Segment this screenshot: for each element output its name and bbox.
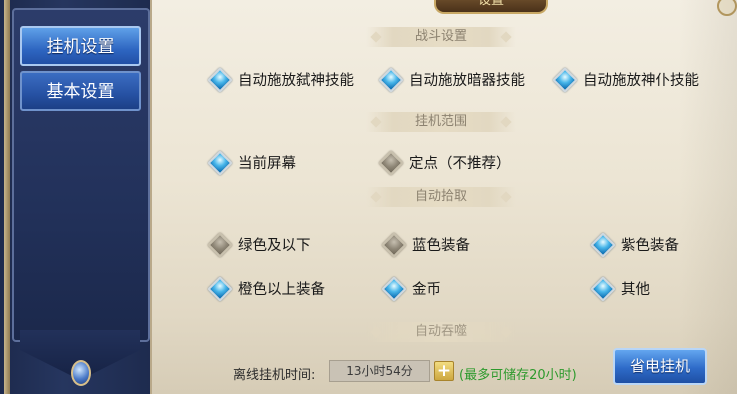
unchecked-gem-icon [381,231,407,258]
option-auto-skill-servant[interactable]: 自动施放神仆技能 [552,66,699,93]
option-label: 当前屏幕 [238,156,296,172]
option-pickup-orange[interactable]: 橙色以上装备 [207,275,325,302]
checked-gem-icon [207,275,233,302]
sidebar: 挂机设置 基本设置 [0,0,161,394]
offline-time-value: 13小时54分 [329,360,430,382]
option-auto-skill-shenshi[interactable]: 自动施放弑神技能 [207,66,354,93]
option-pickup-blue[interactable]: 蓝色装备 [381,231,470,258]
unchecked-gem-icon [207,231,233,258]
section-header-pickup: 自动拾取 [366,187,516,207]
checked-gem-icon [207,66,233,93]
option-pickup-purple[interactable]: 紫色装备 [590,231,679,258]
gem-ornament-icon [71,360,91,386]
checked-gem-icon [378,66,404,93]
offline-time-label: 离线挂机时间: [233,368,316,383]
max-storage-note: (最多可储存20小时) [459,368,577,383]
option-pickup-gold[interactable]: 金币 [381,275,441,302]
option-label: 自动施放暗器技能 [409,73,525,89]
corner-ornament-icon [717,0,737,16]
tab-basic-settings[interactable]: 基本设置 [20,71,141,111]
option-label: 其他 [621,282,650,298]
checked-gem-icon [590,231,616,258]
option-auto-skill-hidden-weapon[interactable]: 自动施放暗器技能 [378,66,525,93]
option-label: 橙色以上装备 [238,282,325,298]
option-fixed-point[interactable]: 定点（不推荐） [378,149,511,176]
unchecked-gem-icon [378,149,404,176]
checked-gem-icon [552,66,578,93]
section-header-combat: 战斗设置 [366,27,516,47]
option-label: 自动施放神仆技能 [583,73,699,89]
option-label: 定点（不推荐） [409,156,511,172]
option-label: 自动施放弑神技能 [238,73,354,89]
option-label: 紫色装备 [621,238,679,254]
section-header-devour: 自动吞噬 [366,322,516,342]
option-pickup-other[interactable]: 其他 [590,275,650,302]
checked-gem-icon [381,275,407,302]
option-label: 蓝色装备 [412,238,470,254]
add-time-button[interactable]: + [434,361,454,381]
tab-idle-settings[interactable]: 挂机设置 [20,26,141,66]
window-title: 设置 [434,0,548,14]
checked-gem-icon [207,149,233,176]
section-header-range: 挂机范围 [366,112,516,132]
checked-gem-icon [590,275,616,302]
power-save-idle-button[interactable]: 省电挂机 [613,348,707,385]
option-label: 金币 [412,282,441,298]
option-current-screen[interactable]: 当前屏幕 [207,149,296,176]
option-label: 绿色及以下 [238,238,311,254]
option-pickup-green[interactable]: 绿色及以下 [207,231,311,258]
